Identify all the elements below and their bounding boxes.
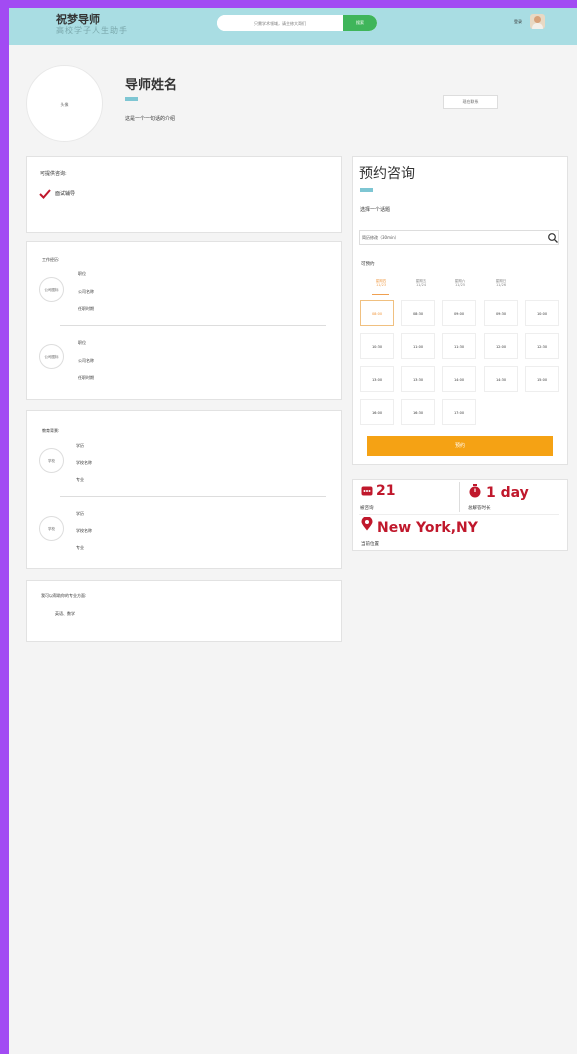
time-slot[interactable]: 15:00 (525, 366, 559, 392)
consult-item: 面试辅导 (55, 191, 76, 197)
booking-underline (360, 188, 373, 192)
work-card: 工作经历: 公司图标 职位 公司名称 任职时期 公司图标 职位 公司名称 任职时… (26, 241, 342, 400)
time-slot[interactable]: 16:30 (401, 399, 435, 425)
skills-card: 我可以帮助你的专业方面: 英语、数学 (26, 580, 342, 642)
company-logo: 公司图标 (39, 277, 64, 302)
day-tab[interactable]: 星期六 11/25 (449, 279, 471, 287)
stat-divider (359, 514, 559, 515)
work-period: 任职时期 (78, 306, 94, 311)
day-tab[interactable]: 星期四 11/23 (370, 279, 392, 287)
time-slot[interactable]: 16:00 (360, 399, 394, 425)
day-tab[interactable]: 星期日 11/26 (490, 279, 512, 287)
skills-content: 英语、数学 (55, 611, 75, 616)
time-slot[interactable]: 11:00 (401, 333, 435, 359)
available-label: 可预约 (361, 262, 375, 267)
consult-count-label: 被咨询 (360, 506, 374, 511)
location-label: 当前位置 (361, 542, 379, 547)
consult-title: 可提供咨询: (40, 171, 67, 177)
consult-count: 21 (376, 483, 396, 499)
time-slot[interactable]: 13:30 (401, 366, 435, 392)
work-title: 工作经历: (42, 257, 60, 262)
search-input[interactable] (217, 15, 343, 31)
time-slot[interactable]: 12:00 (484, 333, 518, 359)
page: 祝梦导师 高校学子人生助手 搜索 登录 头像 导师姓名 这是一个一句话的介绍 现… (9, 8, 577, 1054)
time-slot[interactable]: 14:00 (442, 366, 476, 392)
name-underline (125, 97, 138, 101)
avatar-head-shape (534, 16, 541, 23)
company-logo: 公司图标 (39, 344, 64, 369)
education-title: 教育背景: (42, 428, 60, 433)
school-logo: 学校 (39, 448, 64, 473)
time-slot[interactable]: 10:30 (360, 333, 394, 359)
time-slot[interactable]: 14:30 (484, 366, 518, 392)
stopwatch-icon (469, 484, 481, 498)
school-logo: 学校 (39, 516, 64, 541)
edu-school: 学校名称 (76, 460, 92, 465)
choose-topic-label: 选择一个话题 (360, 207, 391, 213)
checkmark-icon (39, 189, 51, 199)
mentor-intro: 这是一个一句话的介绍 (125, 116, 176, 122)
education-card: 教育背景: 学校 学历 学校名称 专业 学校 学历 学校名称 专业 (26, 410, 342, 569)
book-button[interactable]: 预约 (367, 436, 553, 456)
time-slot[interactable]: 12:30 (525, 333, 559, 359)
time-slot[interactable]: 09:30 (484, 300, 518, 326)
booking-card: 预约咨询 选择一个话题 简历修改（30min） 可预约 星期四 11/23 星期… (352, 156, 568, 465)
time-slot[interactable]: 08:30 (401, 300, 435, 326)
work-position: 职位 (78, 271, 86, 276)
time-slot[interactable]: 08:00 (360, 300, 394, 326)
chat-icon (361, 486, 373, 496)
mentor-avatar: 头像 (26, 65, 103, 142)
edu-degree: 学历 (76, 511, 84, 516)
work-position: 职位 (78, 340, 86, 345)
work-company: 公司名称 (78, 358, 94, 363)
education-divider (60, 496, 326, 497)
login-link[interactable]: 登录 (514, 19, 522, 25)
day-tab-indicator (372, 294, 389, 295)
mentor-name: 导师姓名 (125, 78, 178, 93)
time-slot[interactable]: 10:00 (525, 300, 559, 326)
day-tab-date: 11/23 (375, 283, 387, 287)
response-time: 1 day (486, 485, 529, 501)
time-slot[interactable]: 13:00 (360, 366, 394, 392)
search-bar: 搜索 (217, 15, 377, 31)
location-pin-icon (361, 517, 373, 531)
user-avatar[interactable] (530, 14, 545, 29)
top-navbar: 祝梦导师 高校学子人生助手 搜索 登录 (9, 8, 577, 45)
time-slot[interactable]: 09:00 (442, 300, 476, 326)
search-button[interactable]: 搜索 (343, 15, 377, 31)
day-tab[interactable]: 星期五 11/24 (410, 279, 432, 287)
time-slot[interactable]: 11:30 (442, 333, 476, 359)
day-tab-date: 11/26 (495, 283, 507, 287)
logo-subtitle: 高校学子人生助手 (56, 26, 128, 35)
work-period: 任职时期 (78, 375, 94, 380)
search-icon[interactable] (547, 232, 559, 244)
day-tab-date: 11/25 (454, 283, 466, 287)
topic-value: 简历修改（30min） (362, 235, 399, 240)
stats-card: 21 被咨询 1 day 总解答时长 New York,NY 当前位置 (352, 479, 568, 551)
day-tab-date: 11/24 (415, 283, 427, 287)
edu-major: 专业 (76, 477, 84, 482)
response-time-label: 总解答时长 (468, 506, 491, 511)
skills-title: 我可以帮助你的专业方面: (41, 593, 87, 598)
contact-button[interactable]: 现在联系 (443, 95, 498, 109)
topic-select[interactable]: 简历修改（30min） (359, 230, 559, 245)
location: New York,NY (377, 520, 478, 536)
avatar-body-shape (532, 23, 543, 29)
work-company: 公司名称 (78, 289, 94, 294)
edu-major: 专业 (76, 545, 84, 550)
consult-card: 可提供咨询: 面试辅导 (26, 156, 342, 233)
time-slot[interactable]: 17:00 (442, 399, 476, 425)
edu-degree: 学历 (76, 443, 84, 448)
booking-title: 预约咨询 (359, 166, 415, 182)
stat-divider (459, 482, 460, 512)
work-divider (60, 325, 326, 326)
edu-school: 学校名称 (76, 528, 92, 533)
